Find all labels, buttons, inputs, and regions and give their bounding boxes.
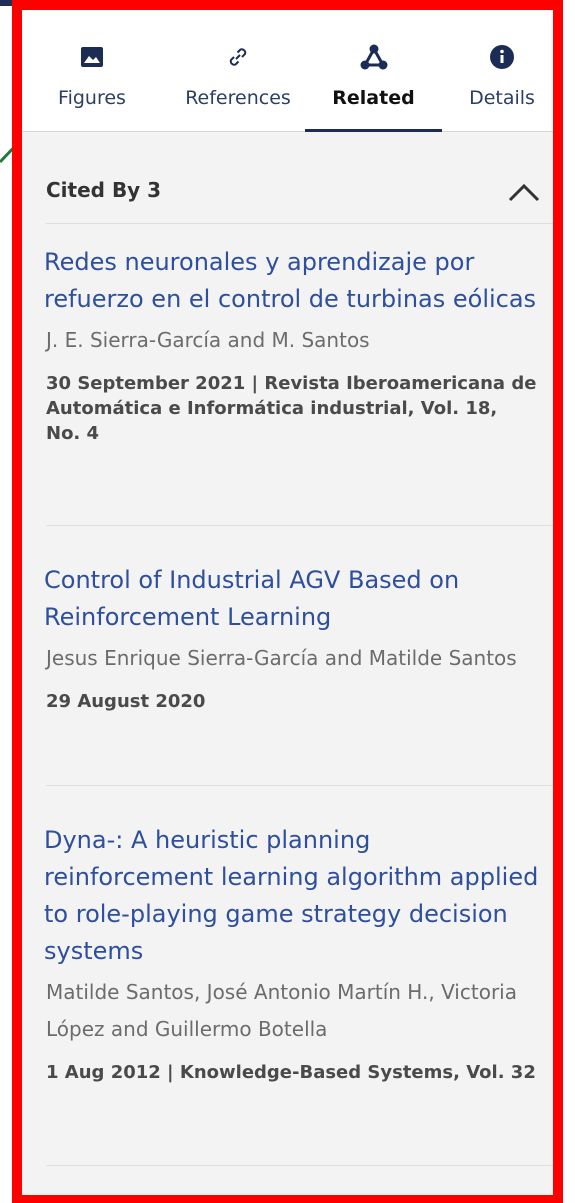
authors-line: López and Guillermo Botella [46, 1017, 328, 1041]
item-meta: 29 August 2020 [46, 689, 553, 714]
list-item: Dyna-: A heuristic planning reinforcemen… [44, 822, 553, 1085]
network-icon [359, 42, 389, 72]
divider [46, 785, 553, 786]
authors-line: Jesus Enrique Sierra-García and Matilde … [46, 646, 517, 670]
tab-details[interactable]: Details [452, 10, 552, 131]
authors-line: J. E. Sierra-García and M. Santos [46, 328, 370, 352]
meta-line: 30 September 2021 | Revista Iberoamerica… [46, 373, 537, 394]
title-line: refuerzo en el control de turbinas eólic… [44, 285, 537, 313]
title-line: reinforcement learning algorithm applied [44, 863, 539, 891]
item-title-link[interactable]: Dyna-: A heuristic planning reinforcemen… [44, 822, 553, 970]
divider [46, 525, 553, 526]
list-item: Redes neuronales y aprendizaje por refue… [44, 244, 553, 446]
item-title-link[interactable]: Control of Industrial AGV Based on Reinf… [44, 562, 553, 636]
title-line: Control of Industrial AGV Based on [44, 566, 460, 594]
tab-label: Related [332, 87, 415, 109]
authors-line: Matilde Santos, José Antonio Martín H., … [46, 980, 517, 1004]
title-line: to role-playing game strategy decision [44, 900, 508, 928]
list-item: Control of Industrial AGV Based on Reinf… [44, 562, 553, 714]
meta-line: 29 August 2020 [46, 691, 206, 712]
meta-line: Automática e Informática industrial, Vol… [46, 398, 498, 419]
item-meta: 30 September 2021 | Revista Iberoamerica… [46, 371, 553, 446]
tab-label: Details [469, 87, 535, 109]
item-title-link[interactable]: Redes neuronales y aprendizaje por refue… [44, 244, 553, 318]
divider [46, 1165, 553, 1166]
item-meta: 1 Aug 2012 | Knowledge-Based Systems, Vo… [46, 1060, 553, 1085]
item-authors: J. E. Sierra-García and M. Santos [46, 322, 553, 359]
meta-line: No. 4 [46, 423, 100, 444]
image-icon [77, 42, 107, 72]
tab-references[interactable]: References [164, 10, 312, 131]
link-icon [223, 42, 253, 72]
title-line: Redes neuronales y aprendizaje por [44, 248, 475, 276]
item-authors: Matilde Santos, José Antonio Martín H., … [46, 974, 553, 1048]
tab-label: References [185, 87, 291, 109]
divider [46, 223, 553, 224]
section-title: Cited By 3 [46, 178, 162, 202]
tab-label: Figures [58, 87, 126, 109]
meta-line: 1 Aug 2012 | Knowledge-Based Systems, Vo… [46, 1062, 536, 1083]
item-authors: Jesus Enrique Sierra-García and Matilde … [46, 640, 553, 677]
title-line: Reinforcement Learning [44, 603, 332, 631]
title-line: Dyna-: A heuristic planning [44, 826, 371, 854]
tab-figures[interactable]: Figures [30, 10, 154, 131]
chevron-up-icon[interactable] [506, 180, 542, 204]
related-panel: Figures References Related Details Cited… [12, 0, 563, 1203]
cited-by-header[interactable]: Cited By 3 [22, 132, 553, 224]
title-line: systems [44, 937, 144, 965]
tab-related[interactable]: Related [305, 10, 442, 132]
tab-bar: Figures References Related Details [22, 10, 553, 132]
info-icon [487, 42, 517, 72]
